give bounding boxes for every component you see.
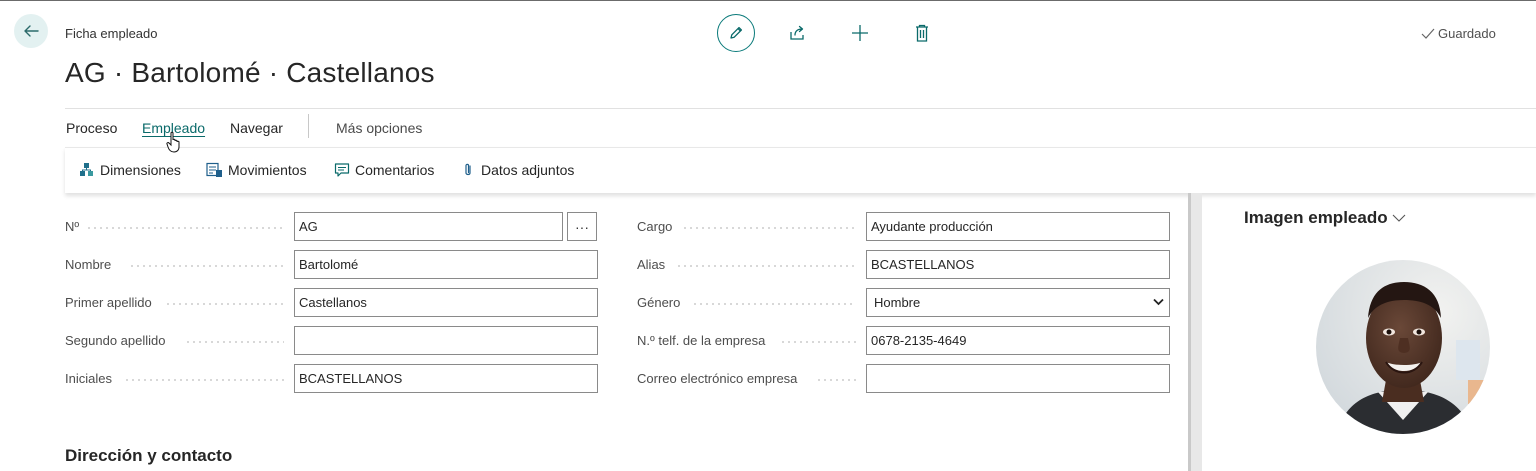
no-field[interactable]: AG — [294, 212, 563, 241]
share-button[interactable] — [786, 21, 810, 45]
factbox-title[interactable]: Imagen empleado — [1244, 208, 1406, 228]
menu-item-navegar[interactable]: Navegar — [230, 120, 283, 136]
field-label-correo-empresa: Correo electrónico empresa — [637, 371, 798, 386]
employee-submenu: Dimensiones Movimientos Comentarios Dato… — [65, 147, 1536, 193]
dimensions-label: Dimensiones — [100, 162, 181, 178]
arrow-left-icon — [24, 25, 39, 37]
attachments-button[interactable]: Datos adjuntos — [460, 162, 574, 178]
telefono-empresa-field[interactable]: 0678-2135-4649 — [866, 326, 1170, 355]
ledger-entries-icon — [206, 162, 222, 177]
delete-button[interactable] — [910, 21, 934, 45]
menu-item-proceso[interactable]: Proceso — [66, 120, 117, 136]
primer-apellido-field[interactable]: Castellanos — [294, 288, 598, 317]
alias-field[interactable]: BCASTELLANOS — [866, 250, 1170, 279]
label-leader — [682, 227, 856, 229]
comments-button[interactable]: Comentarios — [334, 162, 434, 178]
comment-icon — [334, 163, 350, 177]
ledger-entries-button[interactable]: Movimientos — [206, 162, 307, 178]
cargo-field[interactable]: Ayudante producción — [866, 212, 1170, 241]
back-button[interactable] — [14, 14, 48, 48]
field-label-alias: Alias — [637, 257, 666, 272]
field-label-primer-apellido: Primer apellido — [65, 295, 152, 310]
label-leader — [124, 379, 284, 381]
genero-selected-value: Hombre — [874, 295, 921, 310]
segundo-apellido-field[interactable] — [294, 326, 598, 355]
chevron-down-icon — [1153, 298, 1164, 306]
save-status-label: Guardado — [1438, 26, 1496, 41]
dimensions-icon — [80, 163, 93, 176]
new-button[interactable] — [848, 21, 872, 45]
dimensions-button[interactable]: Dimensiones — [79, 162, 181, 178]
label-leader — [780, 341, 856, 343]
label-leader — [129, 265, 284, 267]
label-leader — [165, 303, 284, 305]
factbox-title-label: Imagen empleado — [1244, 208, 1388, 227]
field-label-genero: Género — [637, 295, 681, 310]
field-label-segundo-apellido: Segundo apellido — [65, 333, 166, 348]
field-label-no: Nº — [65, 219, 80, 234]
checkmark-icon — [1421, 28, 1435, 39]
window-top-border — [0, 0, 1536, 1]
label-leader — [816, 379, 856, 381]
save-status: Guardado — [1421, 26, 1496, 41]
field-label-nombre: Nombre — [65, 257, 112, 272]
menu-separator — [308, 114, 309, 138]
pencil-icon — [730, 26, 743, 39]
chevron-down-icon — [1392, 214, 1405, 222]
genero-select[interactable]: Hombre — [866, 288, 1170, 317]
edit-button[interactable] — [717, 14, 755, 52]
lookup-button[interactable]: ··· — [567, 212, 597, 241]
label-leader — [676, 265, 856, 267]
employee-photo — [1316, 260, 1490, 434]
factbox-splitter[interactable] — [1188, 193, 1202, 471]
page-title: AG · Bartolomé · Castellanos — [65, 57, 435, 88]
hand-cursor-icon — [166, 131, 180, 153]
paperclip-icon — [465, 163, 471, 176]
menu-item-more-options[interactable]: Más opciones — [336, 120, 422, 136]
label-leader — [692, 303, 856, 305]
trash-icon — [916, 24, 928, 42]
field-label-cargo: Cargo — [637, 219, 673, 234]
share-icon — [790, 25, 804, 40]
section-title-direccion[interactable]: Dirección y contacto — [65, 446, 232, 466]
menu-divider — [65, 108, 1536, 109]
field-label-telefono-empresa: N.º telf. de la empresa — [637, 333, 766, 348]
attachments-label: Datos adjuntos — [481, 162, 575, 178]
label-leader — [86, 227, 284, 229]
iniciales-field[interactable]: BCASTELLANOS — [294, 364, 598, 393]
label-leader — [185, 341, 284, 343]
page-caption: Ficha empleado — [65, 26, 158, 41]
correo-empresa-field[interactable] — [866, 364, 1170, 393]
nombre-field[interactable]: Bartolomé — [294, 250, 598, 279]
field-label-iniciales: Iniciales — [65, 371, 112, 386]
action-toolbar — [717, 14, 934, 52]
ledger-entries-label: Movimientos — [228, 162, 307, 178]
comments-label: Comentarios — [355, 162, 435, 178]
plus-icon — [852, 25, 868, 41]
